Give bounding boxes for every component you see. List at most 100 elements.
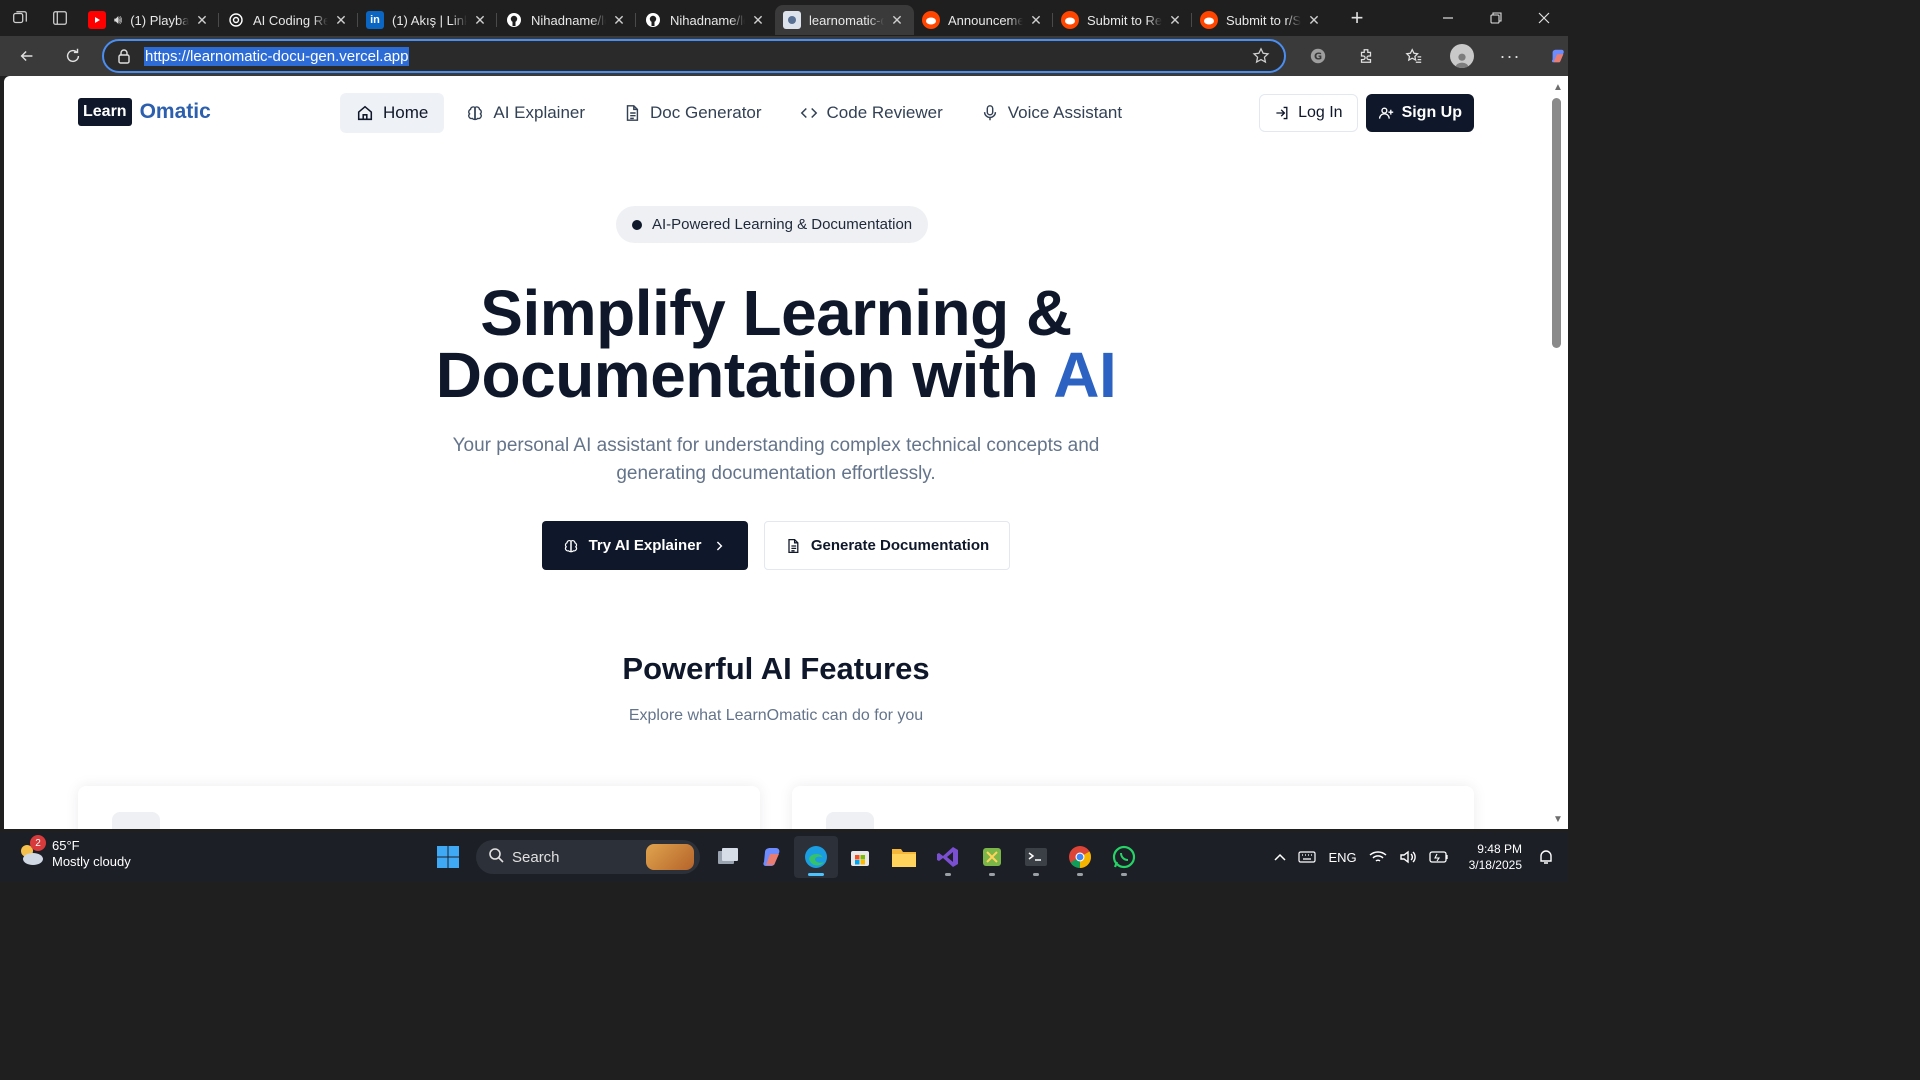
tab-actions-icon[interactable] xyxy=(40,0,80,36)
browser-tab[interactable]: Nihadname/learnomatic ✕ xyxy=(497,5,636,35)
generate-documentation-button[interactable]: Generate Documentation xyxy=(764,521,1010,570)
page-scrollbar[interactable]: ▲ ▼ xyxy=(1548,76,1568,829)
lock-icon[interactable] xyxy=(104,48,144,64)
feature-card[interactable] xyxy=(78,786,760,829)
microsoft-store-icon[interactable] xyxy=(838,836,882,878)
browser-tab[interactable]: in (1) Akış | LinkedIn ✕ xyxy=(358,5,497,35)
badge-dot xyxy=(632,219,642,230)
taskbar-search[interactable]: Search xyxy=(476,840,700,874)
restore-icon[interactable] xyxy=(1472,0,1520,36)
file-explorer-icon[interactable] xyxy=(882,836,926,878)
tab-title: Announcements xyxy=(948,12,1023,28)
more-options-icon[interactable]: ··· xyxy=(1486,37,1534,75)
snipping-tool-icon[interactable] xyxy=(970,836,1014,878)
running-indicator xyxy=(808,873,824,876)
notification-bell-icon[interactable] xyxy=(1538,849,1554,865)
browser-toolbar: https://learnomatic-docu-gen.vercel.app … xyxy=(0,36,1568,76)
browser-tab[interactable]: Submit to r/StartupAccelerator ✕ xyxy=(1192,5,1331,35)
address-url[interactable]: https://learnomatic-docu-gen.vercel.app xyxy=(144,46,410,66)
search-icon xyxy=(488,847,504,867)
site-icon xyxy=(783,11,801,29)
search-highlight-image xyxy=(646,844,694,870)
profile-avatar-icon[interactable] xyxy=(1438,37,1486,75)
chrome-icon[interactable] xyxy=(1058,836,1102,878)
new-tab-icon[interactable]: + xyxy=(1337,0,1377,36)
language-indicator[interactable]: ENG xyxy=(1328,850,1356,865)
nav-code-reviewer[interactable]: Code Reviewer xyxy=(784,93,959,133)
hero-title-accent: AI xyxy=(1053,339,1117,411)
system-tray: ENG 9:48 PM 3/18/2025 xyxy=(1268,832,1568,882)
keyboard-icon[interactable] xyxy=(1298,851,1317,863)
hero-subtitle-line1: Your personal AI assistant for understan… xyxy=(452,435,1100,456)
copilot-app-icon[interactable] xyxy=(750,836,794,878)
browser-tab[interactable]: Announcements ✕ xyxy=(914,5,1053,35)
browser-tab[interactable]: Nihadname/learnomatic ✕ xyxy=(636,5,775,35)
document-icon xyxy=(788,538,799,553)
chevron-right-icon xyxy=(717,540,723,551)
feature-card[interactable] xyxy=(792,786,1474,829)
browser-tab-active[interactable]: learnomatic-docu-gen ✕ xyxy=(775,5,914,35)
nav-voice-assistant[interactable]: Voice Assistant xyxy=(965,93,1138,133)
nav-home[interactable]: Home xyxy=(340,93,445,133)
taskbar-apps: Search xyxy=(426,836,1146,878)
close-tab-icon[interactable]: ✕ xyxy=(471,11,489,29)
browser-tab[interactable]: AI Coding Reference ✕ xyxy=(219,5,358,35)
close-tab-icon[interactable]: ✕ xyxy=(888,11,906,29)
extensions-icon[interactable] xyxy=(1342,37,1390,75)
refresh-icon[interactable] xyxy=(54,37,92,75)
close-tab-icon[interactable]: ✕ xyxy=(1166,11,1184,29)
feature-card-icon xyxy=(112,812,160,829)
chevron-up-icon[interactable] xyxy=(1274,853,1286,861)
login-button[interactable]: Log In xyxy=(1259,94,1358,132)
close-tab-icon[interactable]: ✕ xyxy=(332,11,350,29)
scrollbar-thumb[interactable] xyxy=(1552,98,1561,348)
weather-widget[interactable]: 2 65°F Mostly cloudy xyxy=(16,835,131,870)
close-tab-icon[interactable]: ✕ xyxy=(193,11,211,29)
site-logo[interactable]: Learn Omatic xyxy=(78,98,211,126)
address-bar[interactable]: https://learnomatic-docu-gen.vercel.app xyxy=(102,39,1286,73)
task-view-icon[interactable] xyxy=(706,836,750,878)
features-title: Powerful AI Features xyxy=(622,651,930,686)
back-arrow-icon[interactable] xyxy=(8,37,46,75)
copilot-icon[interactable] xyxy=(1534,37,1582,75)
hero-subtitle: Your personal AI assistant for understan… xyxy=(4,432,1548,488)
workspaces-icon[interactable] xyxy=(0,0,40,36)
browser-tab[interactable]: Submit to Reddit ✕ xyxy=(1053,5,1192,35)
wifi-icon[interactable] xyxy=(1369,850,1387,864)
system-clock[interactable]: 9:48 PM 3/18/2025 xyxy=(1469,841,1522,873)
document-icon xyxy=(626,105,639,121)
whatsapp-icon[interactable] xyxy=(1102,836,1146,878)
favorites-icon[interactable] xyxy=(1390,37,1438,75)
reddit-icon xyxy=(922,11,940,29)
scroll-up-icon[interactable]: ▲ xyxy=(1552,82,1564,93)
browser-tab[interactable]: 🔊︎ (1) Playback ✕ xyxy=(80,5,219,35)
feature-card-icon xyxy=(826,812,874,829)
tab-title: Submit to Reddit xyxy=(1087,12,1162,28)
favorite-star-icon[interactable] xyxy=(1252,47,1270,70)
visual-studio-icon[interactable] xyxy=(926,836,970,878)
terminal-icon[interactable] xyxy=(1014,836,1058,878)
brain-icon xyxy=(468,106,483,121)
edge-browser-icon[interactable] xyxy=(794,836,838,878)
windows-start-icon[interactable] xyxy=(426,836,470,878)
battery-icon[interactable] xyxy=(1428,851,1449,863)
close-window-icon[interactable] xyxy=(1520,0,1568,36)
close-tab-icon[interactable]: ✕ xyxy=(1305,11,1323,29)
audio-playing-icon[interactable]: 🔊︎ xyxy=(114,12,122,28)
try-ai-explainer-button[interactable]: Try AI Explainer xyxy=(542,521,748,570)
close-tab-icon[interactable]: ✕ xyxy=(749,11,767,29)
grammarly-icon[interactable]: G xyxy=(1294,37,1342,75)
github-icon xyxy=(644,11,662,29)
minimize-icon[interactable] xyxy=(1424,0,1472,36)
close-tab-icon[interactable]: ✕ xyxy=(1027,11,1045,29)
cloudy-weather-icon: 2 xyxy=(16,835,46,869)
scroll-down-icon[interactable]: ▼ xyxy=(1552,814,1564,825)
volume-icon[interactable] xyxy=(1399,850,1417,864)
nav-doc-generator[interactable]: Doc Generator xyxy=(607,93,778,133)
close-tab-icon[interactable]: ✕ xyxy=(610,11,628,29)
nav-label: Voice Assistant xyxy=(1007,103,1123,122)
signup-button[interactable]: Sign Up xyxy=(1365,94,1474,132)
nav-label: Home xyxy=(383,103,429,122)
tab-title: Submit to r/StartupAccelerator xyxy=(1226,12,1301,28)
nav-ai-explainer[interactable]: AI Explainer xyxy=(450,93,601,133)
